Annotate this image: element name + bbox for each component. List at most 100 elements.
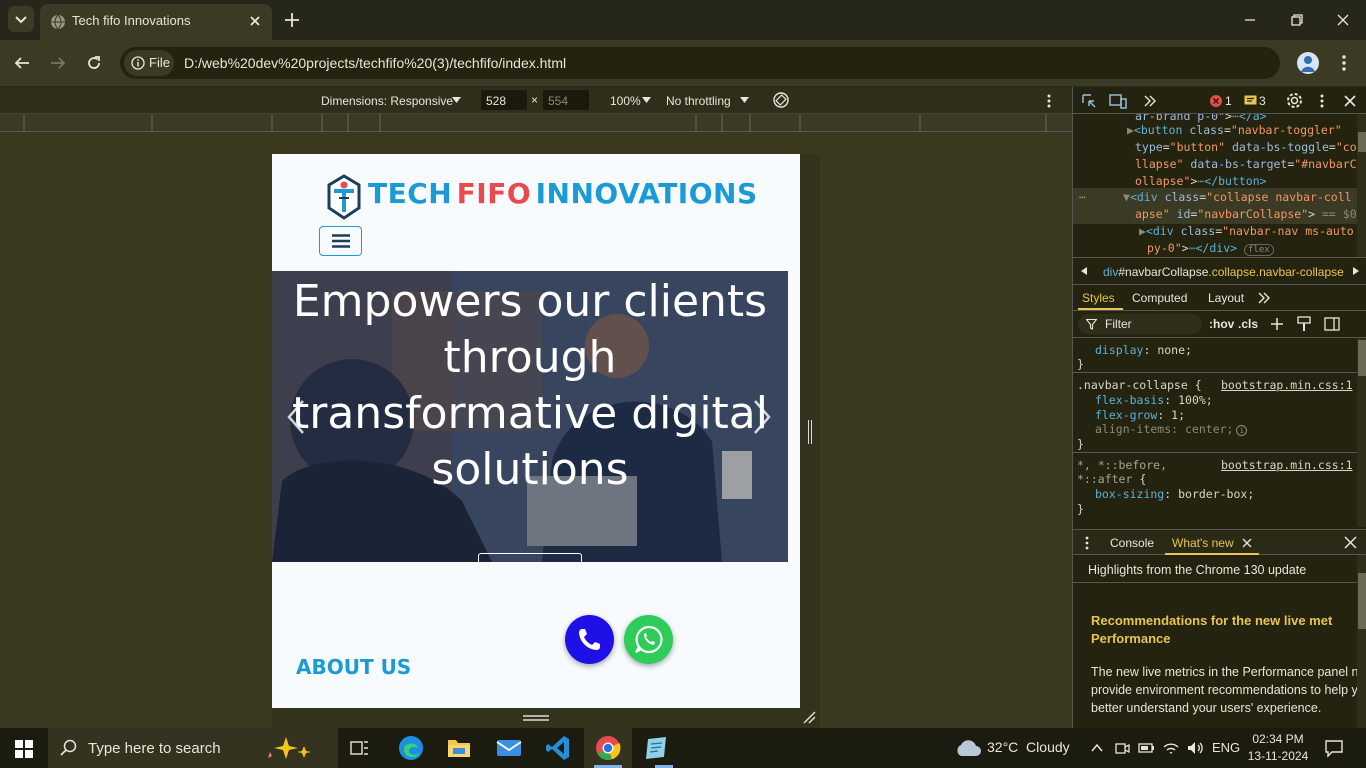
notepad-app-icon[interactable]: [643, 736, 669, 760]
cls-toggle[interactable]: .cls: [1238, 317, 1258, 331]
node-ellipsis[interactable]: ⋯: [1079, 190, 1086, 204]
css-selector[interactable]: *::after {: [1077, 472, 1146, 486]
styles-scrollbar[interactable]: [1357, 338, 1366, 527]
close-window-icon[interactable]: [1335, 12, 1351, 28]
css-declaration[interactable]: display: none;: [1095, 343, 1192, 357]
carousel-prev-icon[interactable]: [286, 399, 306, 435]
css-source-link[interactable]: bootstrap.min.css:1: [1221, 458, 1353, 472]
close-tab-icon[interactable]: [1242, 538, 1252, 548]
weather-text[interactable]: 32°C Cloudy: [987, 739, 1070, 755]
inspect-element-icon[interactable]: [1081, 93, 1097, 109]
css-source-link[interactable]: bootstrap.min.css:1: [1221, 378, 1353, 392]
close-drawer-icon[interactable]: [1344, 536, 1357, 549]
hero-cta-button[interactable]: [478, 553, 582, 562]
zoom-select[interactable]: 100%: [610, 94, 641, 108]
navbar-toggler-button[interactable]: [319, 226, 362, 256]
styles-rules: display: none; } .navbar-collapse { boot…: [1073, 337, 1366, 527]
elements-scrollbar[interactable]: [1357, 114, 1366, 257]
dom-node-selected[interactable]: ▼<div class="collapse navbar-coll: [1123, 190, 1352, 204]
height-input[interactable]: 554: [543, 90, 589, 110]
menu-kebab-icon[interactable]: [1336, 54, 1352, 72]
dimensions-select[interactable]: Dimensions: Responsive: [321, 94, 453, 108]
whatsapp-button[interactable]: [624, 615, 673, 664]
edge-browser-icon[interactable]: [398, 735, 424, 761]
dom-node[interactable]: ▶<button class="navbar-toggler": [1127, 123, 1342, 137]
minimize-icon[interactable]: [1242, 12, 1258, 28]
css-declaration[interactable]: box-sizing: border-box;: [1095, 487, 1254, 501]
breadcrumb-id: #navbarCollapse: [1118, 265, 1209, 279]
avatar[interactable]: [1297, 52, 1319, 74]
clock[interactable]: 02:34 PM 13-11-2024: [1246, 731, 1310, 765]
breadcrumb-left-icon[interactable]: [1079, 266, 1089, 276]
sidebar-toggle-icon[interactable]: [1324, 316, 1340, 332]
device-options-kebab-icon[interactable]: [1043, 93, 1055, 109]
resize-handle-right[interactable]: [808, 420, 812, 444]
more-tabs-icon[interactable]: [1143, 94, 1157, 108]
css-declaration[interactable]: flex-grow: 1;: [1095, 408, 1185, 422]
forward-icon[interactable]: [49, 54, 67, 72]
more-panels-icon[interactable]: [1257, 291, 1271, 305]
css-selector[interactable]: .navbar-collapse {: [1077, 378, 1202, 392]
volume-icon[interactable]: [1186, 739, 1204, 757]
breadcrumb-item[interactable]: div#navbarCollapse.collapse.navbar-colla…: [1103, 265, 1344, 279]
device-toolbar-toggle-icon[interactable]: [1109, 93, 1127, 109]
tab-search-button[interactable]: [8, 6, 34, 32]
drawer-kebab-icon[interactable]: [1083, 535, 1091, 551]
restore-icon[interactable]: [1289, 12, 1305, 28]
breadcrumb-right-icon[interactable]: [1351, 266, 1361, 276]
url-text[interactable]: D:/web%20dev%20projects/techfifo%20(3)/t…: [184, 55, 566, 71]
reload-icon[interactable]: [85, 54, 103, 72]
back-icon[interactable]: [13, 54, 31, 72]
file-explorer-icon[interactable]: [447, 736, 471, 758]
css-declaration[interactable]: flex-basis: 100%;: [1095, 393, 1213, 407]
brand-name[interactable]: TECH FIFO INNOVATIONS: [368, 177, 758, 210]
dom-node[interactable]: ▶<div class="navbar-nav ms-auto: [1139, 224, 1354, 238]
brand-word-fifo: FIFO: [456, 177, 532, 210]
drawer-tabbar: Console What's new: [1073, 529, 1366, 555]
tab-console[interactable]: Console: [1110, 536, 1154, 550]
site-info-chip[interactable]: File: [124, 50, 174, 76]
meet-now-icon[interactable]: [1114, 740, 1130, 756]
viewport-bottom-resizer[interactable]: [272, 708, 820, 728]
notification-center-icon[interactable]: [1324, 738, 1344, 758]
width-input[interactable]: 528: [481, 90, 527, 110]
tab-styles[interactable]: Styles: [1082, 291, 1115, 305]
error-icon[interactable]: [1210, 95, 1222, 107]
mail-icon[interactable]: [496, 738, 522, 758]
show-hidden-icons-chevron-icon[interactable]: [1090, 741, 1104, 755]
vscode-icon[interactable]: [546, 735, 570, 761]
address-bar[interactable]: File D:/web%20dev%20projects/techfifo%20…: [120, 47, 1280, 79]
new-style-rule-icon[interactable]: [1270, 317, 1284, 331]
call-button[interactable]: [565, 615, 614, 664]
browser-tab[interactable]: Tech fifo Innovations: [40, 4, 272, 40]
rotate-icon[interactable]: [772, 91, 790, 109]
wifi-icon[interactable]: [1162, 739, 1180, 757]
brand-logo-icon[interactable]: [326, 174, 362, 222]
language-indicator[interactable]: ENG: [1212, 740, 1240, 755]
windows-start-icon[interactable]: [15, 740, 33, 758]
close-devtools-icon[interactable]: [1343, 94, 1357, 108]
devtools-kebab-icon[interactable]: [1317, 93, 1327, 109]
battery-icon[interactable]: [1138, 740, 1156, 756]
paint-brush-icon[interactable]: [1297, 316, 1311, 332]
warning-message-icon[interactable]: [1244, 95, 1257, 107]
throttling-select[interactable]: No throttling: [666, 94, 731, 108]
tab-computed[interactable]: Computed: [1132, 291, 1187, 305]
settings-gear-icon[interactable]: [1286, 92, 1303, 109]
taskbar-search-box[interactable]: Type here to search: [48, 728, 338, 768]
taskbar-item-chrome-active[interactable]: [584, 728, 632, 768]
new-tab-icon[interactable]: [283, 11, 301, 29]
task-view-icon[interactable]: [350, 738, 370, 758]
css-declaration-inactive[interactable]: align-items: center; i: [1095, 422, 1248, 436]
filter-input[interactable]: Filter: [1078, 314, 1202, 334]
whats-new-title[interactable]: Recommendations for the new live met Per…: [1091, 612, 1357, 648]
tab-whats-new[interactable]: What's new: [1172, 536, 1234, 550]
hov-toggle[interactable]: :hov: [1209, 317, 1234, 331]
close-tab-icon[interactable]: [248, 14, 262, 28]
dom-node[interactable]: ar-brand p-0">⋯</a>: [1135, 114, 1267, 123]
media-query-ruler[interactable]: [0, 114, 1072, 132]
tab-layout[interactable]: Layout: [1208, 291, 1244, 305]
css-selector[interactable]: *, *::before,: [1077, 458, 1167, 472]
carousel-next-icon[interactable]: [752, 399, 772, 435]
drawer-scrollbar[interactable]: [1357, 555, 1366, 728]
